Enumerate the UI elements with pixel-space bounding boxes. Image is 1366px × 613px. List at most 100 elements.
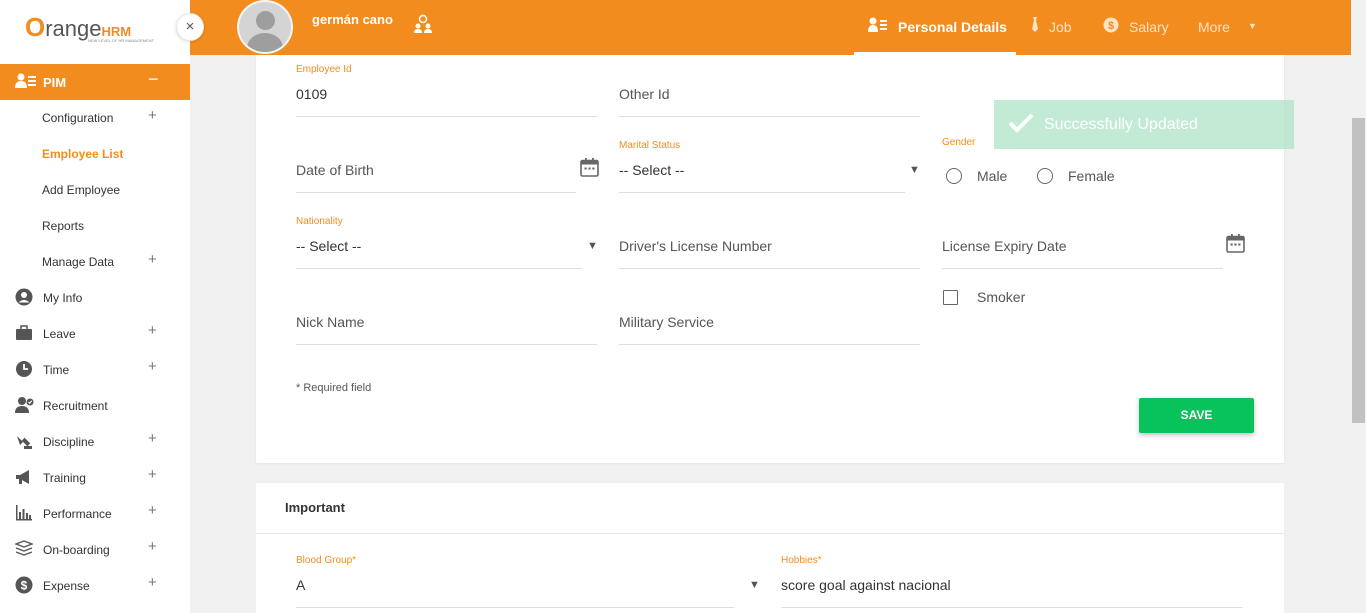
drivers-license-field[interactable]: Driver's License Number	[619, 238, 772, 254]
nick-name-field[interactable]: Nick Name	[296, 314, 364, 330]
gender-label: Gender	[942, 137, 976, 148]
sidebar-item-recruitment[interactable]: Recruitment	[0, 394, 190, 424]
required-field-note: * Required field	[296, 382, 372, 394]
clock-icon	[15, 360, 33, 378]
expand-icon[interactable]: +	[148, 251, 157, 268]
avatar[interactable]	[237, 0, 293, 54]
employee-name: germán cano	[312, 12, 393, 27]
briefcase-icon	[15, 324, 33, 342]
sidebar-item-my-info[interactable]: My Info	[0, 286, 190, 316]
save-button[interactable]: SAVE	[1139, 398, 1254, 433]
sidebar-item-leave[interactable]: Leave +	[0, 322, 190, 352]
megaphone-icon	[15, 468, 33, 486]
expand-icon[interactable]: +	[148, 466, 157, 483]
checkmark-icon	[1008, 112, 1034, 139]
discipline-icon	[15, 432, 33, 450]
orangehrm-logo[interactable]: OrangeHRM NEW LEVEL OF HR MANAGEMENT	[25, 12, 175, 46]
tab-more[interactable]: More ▼	[1198, 0, 1268, 55]
smoker-label: Smoker	[977, 289, 1026, 305]
chevron-down-icon: ▼	[1248, 21, 1257, 31]
logo-tagline: NEW LEVEL OF HR MANAGEMENT	[88, 38, 155, 43]
gender-male-radio[interactable]	[946, 168, 962, 184]
recruitment-icon	[15, 396, 34, 414]
sidebar-item-label: Performance	[43, 507, 112, 521]
toast-message: Successfully Updated	[1044, 116, 1198, 133]
sidebar-item-time[interactable]: Time +	[0, 358, 190, 388]
dollar-icon: $	[1103, 17, 1119, 36]
sidebar-sub-employee-list[interactable]: Employee List	[42, 147, 123, 161]
expand-icon[interactable]: +	[148, 502, 157, 519]
smoker-checkbox[interactable]	[943, 290, 958, 305]
tab-job[interactable]: Job	[1028, 0, 1088, 55]
dropdown-caret-icon: ▼	[749, 579, 760, 591]
success-toast: Successfully Updated	[994, 100, 1294, 149]
expand-icon[interactable]: +	[148, 322, 157, 339]
sidebar-sub-manage-data[interactable]: Manage Data	[42, 255, 114, 269]
pim-icon	[15, 73, 37, 94]
employee-switch-icon[interactable]	[413, 14, 433, 39]
nationality-select[interactable]: -- Select --	[296, 238, 361, 254]
sidebar-sub-reports[interactable]: Reports	[42, 219, 84, 233]
collapse-icon[interactable]: −	[148, 69, 159, 90]
sidebar-item-label: Training	[43, 471, 86, 485]
employee-id-field[interactable]: 0109	[296, 86, 327, 102]
dropdown-caret-icon: ▼	[587, 240, 598, 252]
gender-female-radio[interactable]	[1037, 168, 1053, 184]
tab-label: More	[1198, 19, 1230, 35]
license-expiry-field[interactable]: License Expiry Date	[942, 238, 1067, 254]
gender-male-label: Male	[977, 168, 1008, 184]
tab-personal-details[interactable]: Personal Details	[854, 0, 1016, 55]
expand-icon[interactable]: +	[148, 430, 157, 447]
header-bar: germán cano Personal Details Job $ Salar…	[190, 0, 1351, 55]
personal-details-icon	[868, 17, 888, 36]
expand-icon[interactable]: +	[148, 538, 157, 555]
hobbies-field[interactable]: score goal against nacional	[781, 577, 951, 593]
section-title: Important	[285, 500, 345, 515]
sidebar-sub-configuration[interactable]: Configuration	[42, 111, 113, 125]
sidebar-sub-add-employee[interactable]: Add Employee	[42, 183, 120, 197]
tab-salary[interactable]: $ Salary	[1102, 0, 1182, 55]
sidebar-item-label: My Info	[43, 291, 83, 305]
tab-label: Salary	[1129, 19, 1169, 35]
sidebar-item-performance[interactable]: Performance +	[0, 502, 190, 532]
nationality-label: Nationality	[296, 216, 343, 227]
sidebar-item-label: Leave	[43, 327, 76, 341]
other-id-field[interactable]: Other Id	[619, 86, 670, 102]
tie-icon	[1030, 17, 1040, 36]
sidebar-item-label: Discipline	[43, 435, 95, 449]
sidebar-item-pim[interactable]: PIM −	[0, 64, 190, 100]
expand-icon[interactable]: +	[148, 574, 157, 591]
calendar-icon[interactable]	[1226, 234, 1245, 258]
person-icon	[15, 288, 33, 306]
blood-group-label: Blood Group*	[296, 555, 357, 566]
marital-status-select[interactable]: -- Select --	[619, 162, 684, 178]
bar-chart-icon	[15, 504, 33, 522]
sidebar-item-label: On-boarding	[43, 543, 110, 557]
sidebar-item-discipline[interactable]: Discipline +	[0, 430, 190, 460]
sidebar-item-label: Recruitment	[43, 399, 108, 413]
sidebar-item-onboarding[interactable]: On-boarding +	[0, 538, 190, 568]
date-of-birth-field[interactable]: Date of Birth	[296, 162, 374, 178]
military-service-field[interactable]: Military Service	[619, 314, 714, 330]
dropdown-caret-icon: ▼	[909, 164, 920, 176]
stack-icon	[14, 540, 34, 558]
sidebar-item-expense[interactable]: $ Expense +	[0, 574, 190, 604]
sidebar-item-label: Expense	[43, 579, 90, 593]
calendar-icon[interactable]	[580, 158, 599, 182]
tab-label: Job	[1049, 19, 1072, 35]
sidebar-item-training[interactable]: Training +	[0, 466, 190, 496]
sidebar-item-label: Time	[43, 363, 70, 377]
dollar-icon: $	[15, 576, 33, 594]
hobbies-label: Hobbies*	[781, 555, 822, 566]
svg-text:$: $	[21, 579, 28, 593]
close-sidebar-button[interactable]: ×	[176, 13, 204, 41]
gender-female-label: Female	[1068, 168, 1115, 184]
important-card: Important Blood Group* A ▼ Hobbies* scor…	[256, 483, 1284, 613]
blood-group-select[interactable]: A	[296, 577, 305, 593]
expand-icon[interactable]: +	[148, 358, 157, 375]
sidebar-item-label: PIM	[43, 75, 67, 90]
marital-status-label: Marital Status	[619, 140, 681, 151]
scrollbar-thumb[interactable]	[1352, 118, 1365, 423]
expand-icon[interactable]: +	[148, 107, 157, 124]
employee-id-label: Employee Id	[296, 64, 352, 75]
